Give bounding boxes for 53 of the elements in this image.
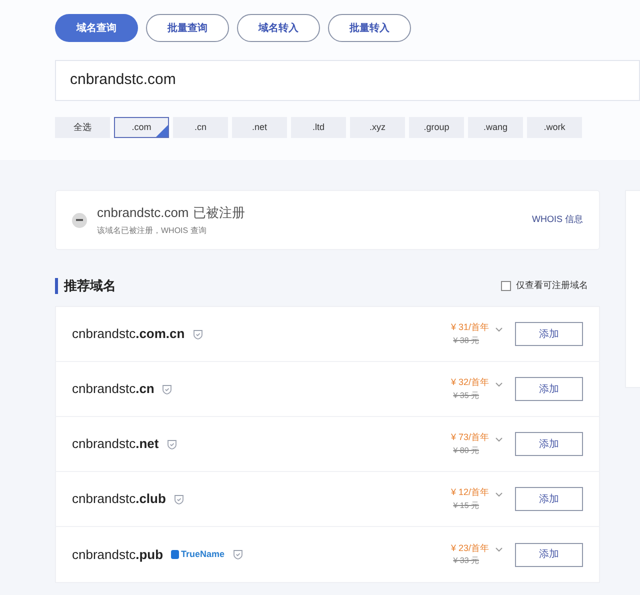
price: ¥ 73/首年 [450, 431, 489, 444]
chevron-down-icon[interactable] [495, 547, 503, 552]
truename-label: TrueName [181, 548, 225, 561]
original-price: ¥ 80 元 [453, 444, 479, 457]
tab[interactable]: 域名查询 [55, 14, 138, 42]
domain-name: cnbrandstc.club [72, 490, 166, 508]
tld-option[interactable]: .xyz [350, 117, 405, 138]
add-button[interactable]: 添加 [515, 487, 583, 511]
add-button[interactable]: 添加 [515, 432, 583, 456]
domain-name: cnbrandstc.pub [72, 546, 164, 564]
price: ¥ 12/首年 [450, 486, 489, 500]
price: ¥ 32/首年 [450, 376, 489, 390]
section-title: 推荐域名 [55, 278, 116, 294]
shield-icon [166, 438, 177, 450]
domain-name: cnbrandstc.com.cn [72, 325, 185, 344]
tld-option[interactable]: .wang [468, 117, 523, 138]
price: ¥ 31/首年 [450, 321, 489, 334]
tld-option[interactable]: .com [114, 117, 169, 138]
tld-option[interactable]: .net [232, 117, 287, 138]
chevron-down-icon[interactable] [495, 492, 503, 497]
tld-option[interactable]: .cn [173, 117, 228, 138]
price: ¥ 23/首年 [450, 542, 489, 555]
tld-option[interactable]: 全选 [55, 117, 110, 138]
chevron-down-icon[interactable] [495, 437, 503, 442]
original-price: ¥ 15 元 [453, 500, 479, 512]
add-button[interactable]: 添加 [515, 377, 583, 401]
chevron-down-icon[interactable] [495, 382, 503, 387]
tld-option[interactable]: .ltd [291, 117, 346, 138]
original-price: ¥ 35 元 [453, 390, 479, 402]
original-price: ¥ 38 元 [453, 334, 479, 347]
status-text: 已被注册 [192, 204, 245, 222]
shield-icon [192, 328, 203, 340]
domain-name: cnbrandstc.com [97, 204, 189, 222]
chevron-down-icon[interactable] [495, 327, 503, 332]
filter-label: 仅查看可注册域名 [516, 279, 588, 292]
shield-icon [174, 494, 184, 504]
tab[interactable]: 批量转入 [328, 14, 411, 42]
tab[interactable]: 域名转入 [237, 14, 320, 42]
whois-link[interactable]: WHOIS 信息 [532, 213, 583, 227]
add-button[interactable]: 添加 [515, 542, 583, 566]
tld-option[interactable]: .group [409, 117, 464, 138]
result-note: 该域名已被注册，WHOIS 查询 [97, 224, 208, 237]
filter-checkbox[interactable] [501, 281, 511, 291]
domain-name: cnbrandstc.cn [72, 380, 154, 398]
minus-icon [72, 212, 87, 228]
shield-icon [232, 549, 243, 560]
tab[interactable]: 批量查询 [146, 14, 229, 42]
original-price: ¥ 33 元 [453, 555, 479, 568]
search-field[interactable]: cnbrandstc.com [55, 60, 640, 101]
add-button[interactable]: 添加 [515, 322, 583, 346]
tld-option[interactable]: .work [527, 117, 582, 138]
domain-name: cnbrandstc.net [72, 435, 159, 454]
shield-icon [162, 384, 172, 394]
